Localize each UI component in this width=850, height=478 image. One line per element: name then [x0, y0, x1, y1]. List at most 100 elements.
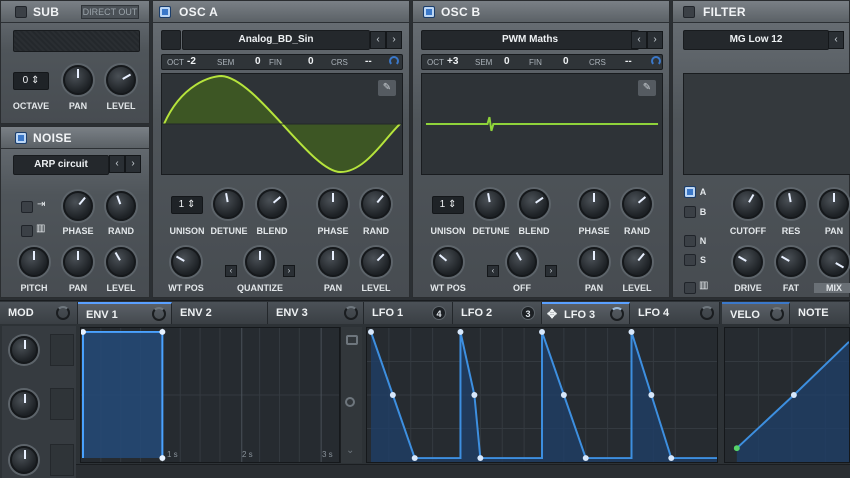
move-icon[interactable]: ✥: [547, 307, 557, 321]
noise-enable-checkbox[interactable]: [15, 132, 27, 144]
filter-route-s-checkbox[interactable]: [684, 254, 696, 266]
osc-b-blend-knob[interactable]: [519, 189, 549, 219]
filter-route-b-checkbox[interactable]: [684, 206, 696, 218]
osc-a-wavetable-display[interactable]: Analog_BD_Sin: [182, 30, 370, 50]
scroll-down-icon[interactable]: ⌄: [346, 445, 354, 456]
osc-a-link-icon[interactable]: [389, 56, 399, 66]
osc-b-warp-knob[interactable]: [507, 247, 537, 277]
sub-level-knob[interactable]: [106, 65, 136, 95]
tab-env2[interactable]: ENV 2: [172, 302, 268, 324]
osc-a-rand-knob[interactable]: [361, 189, 391, 219]
mod-amount-knob-2[interactable]: [10, 390, 38, 418]
osc-a-sem-value[interactable]: 0: [255, 56, 261, 67]
osc-a-quantize-next[interactable]: ›: [283, 265, 295, 277]
tab-note[interactable]: NOTE: [790, 302, 850, 324]
noise-preset-display[interactable]: ARP circuit: [13, 155, 109, 175]
filter-keytrack-checkbox[interactable]: [684, 282, 696, 294]
octave-stepper[interactable]: 0 ⇕: [13, 72, 49, 90]
filter-enable-checkbox[interactable]: [683, 6, 695, 18]
osc-a-fin-value[interactable]: 0: [308, 56, 314, 67]
filter-cutoff-knob[interactable]: [733, 189, 763, 219]
noise-next-button[interactable]: ›: [125, 155, 141, 173]
osc-b-crs-value[interactable]: --: [625, 56, 632, 67]
osc-b-prev-button[interactable]: ‹: [631, 31, 647, 49]
filter-route-n-checkbox[interactable]: [684, 235, 696, 247]
osc-b-next-button[interactable]: ›: [647, 31, 663, 49]
osc-b-fin-value[interactable]: 0: [563, 56, 569, 67]
osc-b-wavetable-display[interactable]: PWM Maths: [421, 30, 639, 50]
filter-drive-knob[interactable]: [733, 247, 763, 277]
osc-b-unison-stepper[interactable]: 1 ⇕: [432, 196, 464, 214]
osc-b-detune-knob[interactable]: [475, 189, 505, 219]
noise-rand-knob[interactable]: [106, 191, 136, 221]
osc-a-crs-value[interactable]: --: [365, 56, 372, 67]
lfo-graph[interactable]: [366, 327, 718, 463]
osc-a-phase-knob[interactable]: [318, 189, 348, 219]
noise-oneshot-toggle[interactable]: [21, 201, 33, 213]
tab-velo[interactable]: VELO: [722, 302, 790, 324]
osc-a-quantize-prev[interactable]: ‹: [225, 265, 237, 277]
osc-b-sem-value[interactable]: 0: [504, 56, 510, 67]
sub-pan-knob[interactable]: [63, 65, 93, 95]
filter-route-a-checkbox[interactable]: [684, 186, 696, 198]
tab-lfo3[interactable]: ✥ LFO 3: [542, 302, 630, 324]
osc-a-detune-knob[interactable]: [213, 189, 243, 219]
velo-graph[interactable]: [724, 327, 850, 463]
noise-keytrack-toggle[interactable]: [21, 225, 33, 237]
filter-pan-knob[interactable]: [819, 189, 849, 219]
tab-env3[interactable]: ENV 3: [268, 302, 364, 324]
osc-a-quantize-knob[interactable]: [245, 247, 275, 277]
osc-b-rand-knob[interactable]: [622, 189, 652, 219]
osc-b-level-knob[interactable]: [622, 247, 652, 277]
mod-tab[interactable]: MOD: [0, 302, 78, 324]
osc-b-wtpos-knob[interactable]: [433, 247, 463, 277]
mod-slot-2[interactable]: [50, 388, 74, 420]
osc-b-link-icon[interactable]: [651, 56, 661, 66]
tab-lfo2[interactable]: LFO 2 3: [453, 302, 542, 324]
osc-a-edit-icon[interactable]: ✎: [378, 80, 396, 96]
filter-response-display[interactable]: [683, 73, 850, 175]
osc-a-wtpos-knob[interactable]: [171, 247, 201, 277]
tab-env1[interactable]: ENV 1: [78, 302, 172, 324]
zoom-icon[interactable]: [345, 397, 355, 407]
mod-amount-knob-1[interactable]: [10, 336, 38, 364]
direct-out-button[interactable]: DIRECT OUT: [81, 5, 139, 19]
osc-a-waveform-display[interactable]: ✎: [161, 73, 403, 175]
osc-b-waveform-display[interactable]: ✎: [421, 73, 663, 175]
osc-b-pan-knob[interactable]: [579, 247, 609, 277]
osc-a-blend-knob[interactable]: [257, 189, 287, 219]
mod-slot-3[interactable]: [50, 444, 74, 476]
osc-a-prev-button[interactable]: ‹: [370, 31, 386, 49]
osc-b-warp-next[interactable]: ›: [545, 265, 557, 277]
noise-level-knob[interactable]: [106, 247, 136, 277]
osc-a-unison-stepper[interactable]: 1 ⇕: [171, 196, 203, 214]
osc-a-level-knob[interactable]: [361, 247, 391, 277]
osc-b-enable-checkbox[interactable]: [423, 6, 435, 18]
noise-pan-knob[interactable]: [63, 247, 93, 277]
filter-fat-knob[interactable]: [776, 247, 806, 277]
mod-slot-1[interactable]: [50, 334, 74, 366]
tab-lfo1[interactable]: LFO 1 4: [364, 302, 453, 324]
noise-prev-button[interactable]: ‹: [109, 155, 125, 173]
osc-b-warp-prev[interactable]: ‹: [487, 265, 499, 277]
filter-res-knob[interactable]: [776, 189, 806, 219]
sub-enable-checkbox[interactable]: [15, 6, 27, 18]
noise-phase-knob[interactable]: [63, 191, 93, 221]
mod-amount-knob-3[interactable]: [10, 446, 38, 474]
filter-prev-button[interactable]: ‹: [828, 31, 844, 49]
tab-lfo4[interactable]: LFO 4: [630, 302, 720, 324]
osc-a-next-button[interactable]: ›: [386, 31, 402, 49]
osc-a-oct-value[interactable]: -2: [187, 56, 196, 67]
osc-b-edit-icon[interactable]: ✎: [638, 80, 656, 96]
osc-a-pan-knob[interactable]: [318, 247, 348, 277]
env-graph[interactable]: 1 s 2 s 3 s: [80, 327, 340, 463]
osc-a-wt-menu[interactable]: [161, 30, 181, 50]
osc-b-blend-label: BLEND: [518, 226, 550, 236]
lock-icon[interactable]: [346, 335, 358, 345]
filter-type-display[interactable]: MG Low 12: [683, 30, 829, 50]
osc-a-enable-checkbox[interactable]: [159, 6, 171, 18]
osc-b-oct-value[interactable]: +3: [447, 56, 458, 67]
filter-mix-knob[interactable]: [819, 247, 849, 277]
noise-pitch-knob[interactable]: [19, 247, 49, 277]
osc-b-phase-knob[interactable]: [579, 189, 609, 219]
